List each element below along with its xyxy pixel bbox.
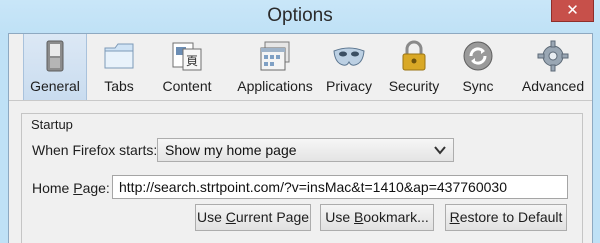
pane-tab-label: Advanced [521, 78, 585, 94]
tabs-folder-icon [104, 43, 134, 69]
pane-tab-label: Applications [237, 78, 313, 94]
use-bookmark-button[interactable]: Use Bookmark... [320, 204, 434, 231]
chevron-down-icon [434, 146, 446, 155]
startup-group-title: Startup [31, 117, 73, 132]
pane-tab-security[interactable]: Security [384, 34, 444, 100]
pane-toolbar: General Tabs 頁 Content Applications Priv… [9, 34, 592, 101]
sync-arrows-icon [463, 41, 493, 71]
switch-icon [46, 40, 64, 72]
pane-tab-advanced[interactable]: Advanced [515, 34, 591, 100]
pane-tab-applications[interactable]: Applications [224, 34, 326, 100]
pane-tab-label: General [30, 78, 80, 94]
button-text-accel: C [225, 209, 236, 225]
when-firefox-starts-label: When Firefox starts: [32, 142, 158, 158]
window-title: Options [267, 5, 333, 26]
pane-tab-tabs[interactable]: Tabs [89, 34, 149, 100]
restore-to-default-button[interactable]: Restore to Default [445, 204, 567, 231]
pane-tab-sync[interactable]: Sync [452, 34, 504, 100]
button-text-end: ookmark... [363, 209, 429, 225]
home-page-input[interactable] [112, 175, 568, 199]
pane-tab-content[interactable]: 頁 Content [155, 34, 219, 100]
privacy-mask-icon [333, 47, 365, 66]
home-page-label-accel: P [73, 180, 83, 196]
options-window: Options ✕ General Tabs 頁 Content Applica… [0, 0, 600, 243]
use-current-page-button[interactable]: Use Current Page [195, 204, 311, 231]
button-text-accel: R [449, 209, 460, 225]
home-page-label: Home Page: [32, 180, 110, 196]
pane-tab-label: Security [388, 78, 440, 94]
home-page-label-start: Home [32, 180, 74, 196]
applications-window-icon [260, 41, 290, 71]
pane-tab-label: Tabs [104, 78, 134, 94]
home-page-label-end: age: [82, 180, 110, 196]
close-button[interactable]: ✕ [551, 0, 594, 22]
content-page-icon: 頁 [172, 42, 202, 71]
pane-tab-label: Privacy [326, 78, 372, 94]
pane-tab-general[interactable]: General [23, 34, 87, 100]
button-text-end: urrent Page [235, 209, 310, 225]
pane-tab-privacy[interactable]: Privacy [319, 34, 379, 100]
when-firefox-starts-value: Show my home page [165, 142, 297, 158]
when-firefox-starts-select[interactable]: Show my home page [157, 138, 454, 162]
button-text-end: estore to Default [459, 209, 563, 225]
pane-tab-label: Sync [462, 78, 494, 94]
gear-icon [537, 40, 569, 72]
svg-text:頁: 頁 [186, 54, 198, 68]
title-bar[interactable]: Options ✕ [0, 0, 600, 34]
button-text-start: Use [196, 209, 226, 225]
padlock-icon [402, 40, 426, 71]
button-text-accel: B [354, 209, 364, 225]
pane-tab-label: Content [162, 78, 212, 94]
button-text-start: Use [325, 209, 355, 225]
